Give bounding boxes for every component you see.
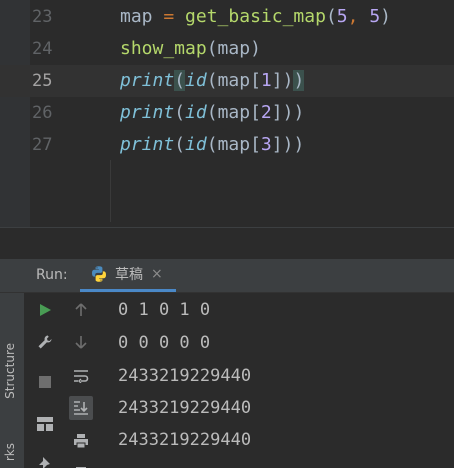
code-text: print(id(map[3]))	[120, 129, 304, 161]
code-token: [	[250, 102, 261, 123]
arrow-up-icon[interactable]	[69, 298, 93, 322]
print-icon[interactable]	[69, 429, 93, 453]
console-output-line: 2433219229440	[118, 398, 252, 418]
layout-icon[interactable]	[33, 412, 57, 436]
console-output-line: 0 1 0 1 0	[118, 300, 211, 320]
code-token: )	[282, 134, 294, 155]
code-token: map	[217, 134, 251, 155]
code-token: (	[206, 70, 218, 91]
code-token: ,	[347, 6, 370, 27]
wrench-icon[interactable]	[33, 330, 57, 354]
delete-icon[interactable]	[69, 458, 93, 468]
panel-splitter[interactable]	[0, 227, 454, 260]
code-line-24[interactable]: 24 show_map(map)	[0, 33, 454, 65]
code-line-25-current[interactable]: 25 print(id(map[1]))	[0, 65, 454, 97]
soft-wrap-icon[interactable]	[69, 364, 93, 388]
code-token: ]	[271, 134, 283, 155]
code-token: [	[250, 134, 261, 155]
code-token: (	[174, 102, 186, 123]
code-token: 1	[260, 70, 272, 91]
code-token: print	[120, 102, 175, 123]
code-token: )	[282, 102, 294, 123]
pin-icon[interactable]	[33, 451, 57, 468]
code-line-27[interactable]: 27 print(id(map[3]))	[0, 129, 454, 161]
code-token: (	[206, 134, 218, 155]
bookmarks-tool-tab[interactable]: rks	[3, 443, 21, 461]
python-icon	[90, 265, 108, 283]
code-token: map	[217, 102, 251, 123]
left-tool-stripe: Structure rks	[0, 293, 24, 468]
code-token: [	[250, 70, 261, 91]
code-token: map	[120, 6, 153, 27]
code-token: id	[185, 102, 207, 123]
code-token: )	[293, 70, 305, 91]
code-token: 5	[369, 6, 381, 27]
console-output-line: 0 0 0 0 0	[118, 333, 211, 353]
code-token: 2	[260, 102, 272, 123]
code-token: 5	[336, 6, 348, 27]
code-token: )	[282, 70, 294, 91]
run-label: Run:	[36, 267, 68, 283]
code-token: (	[206, 102, 218, 123]
code-token: (	[174, 70, 186, 91]
line-number: 27	[32, 135, 53, 155]
line-number: 23	[32, 7, 53, 27]
close-icon[interactable]: ×	[151, 266, 163, 282]
code-token: ]	[271, 102, 283, 123]
code-text: map = get_basic_map(5, 5)	[120, 1, 391, 33]
code-editor[interactable]: 23 map = get_basic_map(5, 5) 24 show_map…	[0, 0, 454, 227]
ide-window: 23 map = get_basic_map(5, 5) 24 show_map…	[0, 0, 454, 468]
code-token: =	[163, 6, 175, 27]
code-line-23[interactable]: 23 map = get_basic_map(5, 5)	[0, 1, 454, 33]
code-text: print(id(map[1]))	[120, 65, 305, 97]
run-tab[interactable]: 草稿 ×	[80, 259, 176, 292]
run-tab-title: 草稿	[115, 267, 143, 283]
line-number: 25	[32, 71, 53, 91]
code-token: get_basic_map	[185, 6, 326, 27]
code-token: )	[293, 134, 305, 155]
code-token: (	[206, 38, 218, 59]
run-toolwindow-header: Run: 草稿 ×	[0, 259, 454, 293]
code-text: show_map(map)	[120, 33, 261, 65]
code-token: (	[325, 6, 337, 27]
code-line-26[interactable]: 26 print(id(map[2]))	[0, 97, 454, 129]
code-token: 3	[260, 134, 272, 155]
code-token: id	[185, 134, 207, 155]
code-token: ]	[271, 70, 283, 91]
console-output-line: 2433219229440	[118, 366, 252, 386]
arrow-down-icon[interactable]	[69, 330, 93, 354]
line-number: 24	[32, 39, 53, 59]
code-text: print(id(map[2]))	[120, 97, 304, 129]
run-output-panel: Structure rks 0 1 0 1 0 0 0 0 0 0 243321…	[0, 293, 454, 468]
code-token: print	[120, 134, 175, 155]
code-token: print	[120, 70, 175, 91]
console-output-line: 2433219229440	[118, 430, 252, 450]
code-token: )	[293, 102, 305, 123]
code-token: map	[217, 70, 251, 91]
structure-tool-tab[interactable]: Structure	[3, 343, 21, 399]
play-icon[interactable]	[33, 298, 57, 322]
code-token: id	[185, 70, 207, 91]
code-token: (	[174, 134, 186, 155]
scroll-to-end-icon[interactable]	[69, 396, 93, 420]
code-token: map	[217, 38, 251, 59]
code-token: )	[250, 38, 261, 59]
code-token: )	[380, 6, 391, 27]
stop-icon[interactable]	[33, 370, 57, 394]
line-number: 26	[32, 103, 53, 123]
indent-guide	[110, 160, 111, 222]
code-token: show_map	[120, 38, 207, 59]
